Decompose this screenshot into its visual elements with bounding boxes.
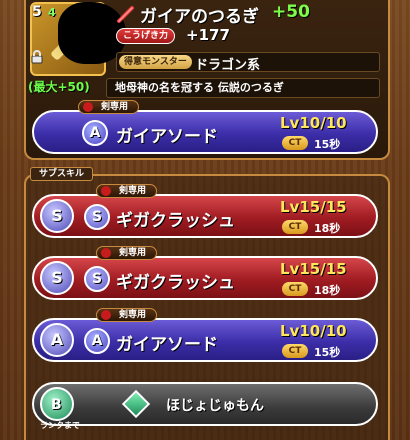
skill-name: ガイアソード: [116, 335, 218, 355]
rank-b-badge: B: [40, 387, 74, 421]
sub-skill-1[interactable]: 剣専用 S S ギガクラッシュ Lv15/15 CT 18秒: [32, 184, 378, 238]
skill-level: Lv15/15: [280, 260, 347, 278]
skill-tag-label: 剣専用: [119, 310, 147, 320]
skill-tag: 剣専用: [96, 246, 158, 260]
rank-requirement-label: ランクまで: [40, 421, 80, 430]
skill-name: ガイアソード: [116, 127, 218, 147]
weapon-plus-value: +50: [272, 2, 310, 22]
ct-time: 18秒: [314, 222, 341, 235]
skill-name: ギガクラッシュ: [116, 273, 235, 293]
sword-icon: [101, 186, 111, 196]
locked-sub-skill[interactable]: B ランクまで ほじょじゅもん: [32, 382, 378, 430]
sub-skill-3[interactable]: 剣専用 A A ガイアソード Lv10/10 CT 15秒: [32, 308, 378, 362]
lock-icon[interactable]: [30, 50, 44, 64]
sub-skill-label: サブスキル: [30, 167, 94, 181]
skill-level: Lv10/10: [280, 322, 347, 340]
specialty-row: 得意モンスター ドラゴン系: [116, 52, 380, 73]
weapon-rank: 5: [32, 4, 42, 20]
ct-badge: CT: [282, 282, 308, 296]
rank-s-badge: S: [84, 266, 110, 292]
sword-icon: [101, 248, 111, 258]
skill-level: Lv10/10: [280, 114, 347, 132]
attack-stat-row: こうげき力 +177: [116, 26, 378, 46]
attack-tag: こうげき力: [116, 28, 176, 44]
skill-name: ギガクラッシュ: [116, 211, 235, 231]
weapon-description: 地母神の名を冠する 伝説のつるぎ: [106, 78, 380, 98]
specialty-tag: 得意モンスター: [119, 55, 192, 69]
attack-value: +177: [186, 26, 230, 44]
skill-tag-label: 剣専用: [101, 102, 129, 112]
rank-a-badge: A: [82, 120, 108, 146]
ct-badge: CT: [282, 136, 308, 150]
green-gem-icon: [121, 389, 151, 419]
skill-tag-label: 剣専用: [119, 186, 147, 196]
ct-time: 15秒: [314, 138, 341, 151]
weapon-stars: 4: [48, 6, 56, 19]
specialty-value: ドラゴン系: [195, 58, 261, 73]
weapon-name: ガイアのつるぎ: [140, 7, 259, 27]
sub-skill-2[interactable]: 剣専用 S S ギガクラッシュ Lv15/15 CT 18秒: [32, 246, 378, 300]
rank-s-badge: S: [84, 204, 110, 230]
skill-tag: 剣専用: [96, 308, 158, 322]
max-plus-label: (最大+50): [28, 80, 90, 94]
weapon-type-sword-icon: [117, 6, 134, 23]
ct-badge: CT: [282, 344, 308, 358]
skill-name: ほじょじゅもん: [166, 398, 264, 414]
rank-b-letter: B: [51, 397, 62, 413]
skill-level: Lv15/15: [280, 198, 347, 216]
ct-time: 15秒: [314, 346, 341, 359]
sword-icon: [83, 102, 93, 112]
rank-s-outer-badge: S: [40, 261, 74, 295]
rank-a-badge: A: [84, 328, 110, 354]
sword-icon: [101, 310, 111, 320]
rank-a-outer-badge: A: [40, 323, 74, 357]
skill-tag-label: 剣専用: [119, 248, 147, 258]
main-skill-bar[interactable]: 剣専用 A ガイアソード Lv10/10 CT 15秒: [32, 100, 378, 154]
ct-time: 18秒: [314, 284, 341, 297]
rank-s-outer-badge: S: [40, 199, 74, 233]
skill-tag: 剣専用: [96, 184, 158, 198]
skill-tag: 剣専用: [78, 100, 140, 114]
ct-badge: CT: [282, 220, 308, 234]
